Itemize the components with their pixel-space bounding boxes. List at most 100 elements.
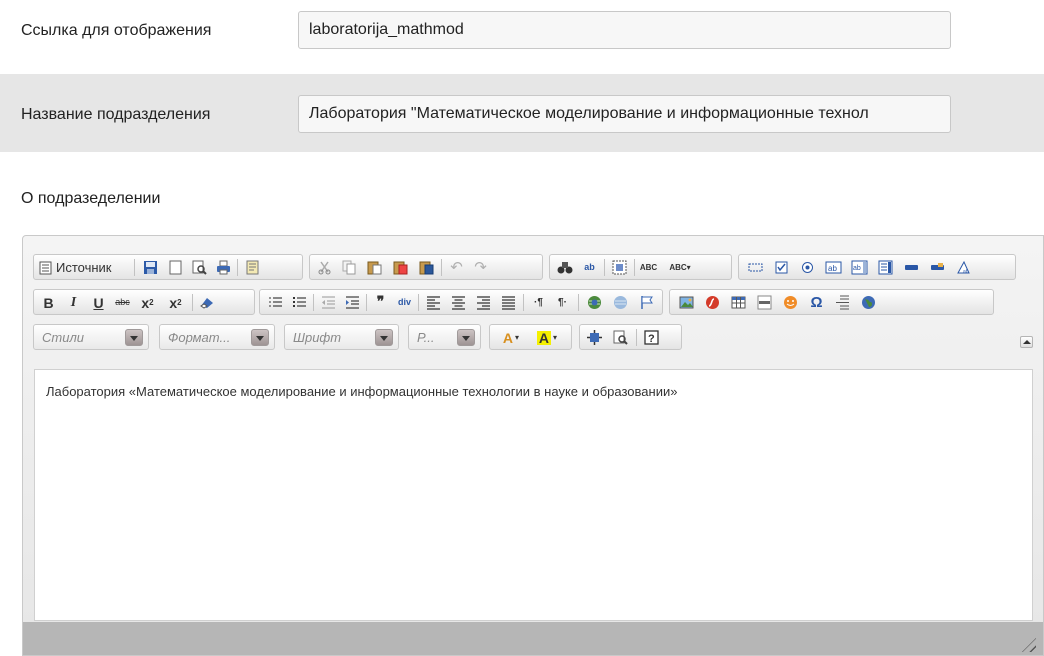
superscript-icon[interactable]: x2: [167, 294, 184, 311]
italic-icon[interactable]: I: [65, 294, 82, 311]
chevron-down-icon[interactable]: [375, 329, 393, 346]
iframe-icon[interactable]: [860, 294, 877, 311]
resize-grip-icon[interactable]: [1022, 638, 1036, 652]
strikethrough-icon[interactable]: abc: [114, 294, 131, 311]
toolbar-group-insert: Ω: [669, 289, 994, 315]
numbered-list-icon[interactable]: [267, 294, 284, 311]
toolbar-separator: [604, 259, 605, 276]
show-blocks-icon[interactable]: [612, 329, 629, 346]
chevron-down-icon[interactable]: [457, 329, 475, 346]
editor-content-area[interactable]: Лаборатория «Математическое моделировани…: [34, 369, 1033, 621]
underline-icon[interactable]: U: [90, 294, 107, 311]
blockquote-icon[interactable]: ❞: [372, 294, 389, 311]
link-label: Ссылка для отображения: [21, 22, 212, 39]
spellcheck-icon[interactable]: ABC: [640, 259, 657, 276]
format-combo[interactable]: Формат...: [159, 324, 275, 350]
anchor-icon[interactable]: [638, 294, 655, 311]
rtl-text-icon[interactable]: ¶·: [554, 294, 571, 311]
unlink-icon[interactable]: [612, 294, 629, 311]
flash-icon[interactable]: [704, 294, 721, 311]
link-input[interactable]: laboratorija_mathmod: [298, 11, 951, 49]
print-icon[interactable]: [215, 259, 232, 276]
svg-text:?: ?: [648, 333, 655, 345]
replace-icon[interactable]: ab: [581, 259, 598, 276]
decrease-indent-icon[interactable]: [320, 294, 337, 311]
svg-text:ab: ab: [853, 265, 861, 272]
styles-combo[interactable]: Стили: [33, 324, 149, 350]
save-icon[interactable]: [142, 259, 159, 276]
toolbar-separator: [418, 294, 419, 311]
chevron-down-icon[interactable]: [251, 329, 269, 346]
align-center-icon[interactable]: [450, 294, 467, 311]
textarea-icon[interactable]: ab: [851, 259, 868, 276]
bulleted-list-icon[interactable]: [291, 294, 308, 311]
increase-indent-icon[interactable]: [344, 294, 361, 311]
paste-word-icon[interactable]: [418, 259, 435, 276]
rich-text-editor: Источник ↶ ↷ ab ABC ABC▾ ab ab ab B I U …: [22, 235, 1044, 656]
field-row-name: Название подразделения Лаборатория "Мате…: [0, 74, 1044, 152]
image-icon[interactable]: [678, 294, 695, 311]
page-break-icon[interactable]: [834, 294, 851, 311]
preview-icon[interactable]: [191, 259, 208, 276]
source-button[interactable]: Источник: [56, 260, 112, 275]
source-icon[interactable]: [37, 259, 54, 276]
form-icon[interactable]: [747, 259, 764, 276]
new-page-icon[interactable]: [167, 259, 184, 276]
background-color-icon[interactable]: A ▾: [532, 329, 562, 346]
select-all-icon[interactable]: [611, 259, 628, 276]
toolbar-group-editing: ab ABC ABC▾: [549, 254, 732, 280]
ltr-text-icon[interactable]: ·¶: [530, 294, 547, 311]
special-char-icon[interactable]: Ω: [808, 294, 825, 311]
toolbar-separator: [441, 259, 442, 276]
align-justify-icon[interactable]: [500, 294, 517, 311]
maximize-icon[interactable]: [586, 329, 603, 346]
toolbar-group-document: Источник: [33, 254, 303, 280]
toolbar-separator: [313, 294, 314, 311]
find-icon[interactable]: [556, 259, 573, 276]
spellcheck-as-you-type-icon[interactable]: ABC▾: [666, 259, 694, 276]
toolbar-separator: [366, 294, 367, 311]
align-right-icon[interactable]: [475, 294, 492, 311]
toolbar-group-paragraph: ❞ div ·¶ ¶·: [259, 289, 663, 315]
paste-icon[interactable]: [366, 259, 383, 276]
horizontal-rule-icon[interactable]: [756, 294, 773, 311]
radio-icon[interactable]: [799, 259, 816, 276]
table-icon[interactable]: [730, 294, 747, 311]
text-color-icon[interactable]: A ▾: [496, 329, 526, 346]
undo-icon[interactable]: ↶: [448, 259, 465, 276]
cut-icon[interactable]: [316, 259, 333, 276]
chevron-down-icon[interactable]: [125, 329, 143, 346]
name-label: Название подразделения: [21, 106, 211, 123]
editor-content-text: Лаборатория «Математическое моделировани…: [46, 384, 678, 399]
align-left-icon[interactable]: [425, 294, 442, 311]
subscript-icon[interactable]: x2: [139, 294, 156, 311]
create-div-icon[interactable]: div: [396, 294, 413, 311]
name-input[interactable]: Лаборатория "Математическое моделировани…: [298, 95, 951, 133]
templates-icon[interactable]: [244, 259, 261, 276]
hidden-field-icon[interactable]: ab: [955, 259, 972, 276]
collapse-toolbar-icon[interactable]: [1020, 336, 1033, 348]
help-icon[interactable]: ?: [643, 329, 660, 346]
redo-icon[interactable]: ↷: [472, 259, 489, 276]
size-combo[interactable]: Р...: [408, 324, 481, 350]
paste-text-icon[interactable]: [392, 259, 409, 276]
button-field-icon[interactable]: [903, 259, 920, 276]
font-combo-label: Шрифт: [293, 330, 342, 345]
toolbar-separator: [192, 294, 193, 311]
bold-icon[interactable]: B: [40, 294, 57, 311]
remove-format-icon[interactable]: [198, 294, 215, 311]
image-button-icon[interactable]: [929, 259, 946, 276]
text-field-icon[interactable]: ab: [825, 259, 842, 276]
toolbar-separator: [578, 294, 579, 311]
field-row-link: Ссылка для отображения laboratorija_math…: [0, 0, 1044, 74]
toolbar-group-colors: A ▾ A ▾: [489, 324, 572, 350]
link-icon[interactable]: [586, 294, 603, 311]
toolbar-group-forms: ab ab ab: [738, 254, 1016, 280]
smiley-icon[interactable]: [782, 294, 799, 311]
font-combo[interactable]: Шрифт: [284, 324, 399, 350]
select-field-icon[interactable]: [877, 259, 894, 276]
about-label: О подразеделении: [21, 190, 161, 207]
checkbox-icon[interactable]: [773, 259, 790, 276]
editor-status-bar: [23, 622, 1043, 655]
copy-icon[interactable]: [341, 259, 358, 276]
